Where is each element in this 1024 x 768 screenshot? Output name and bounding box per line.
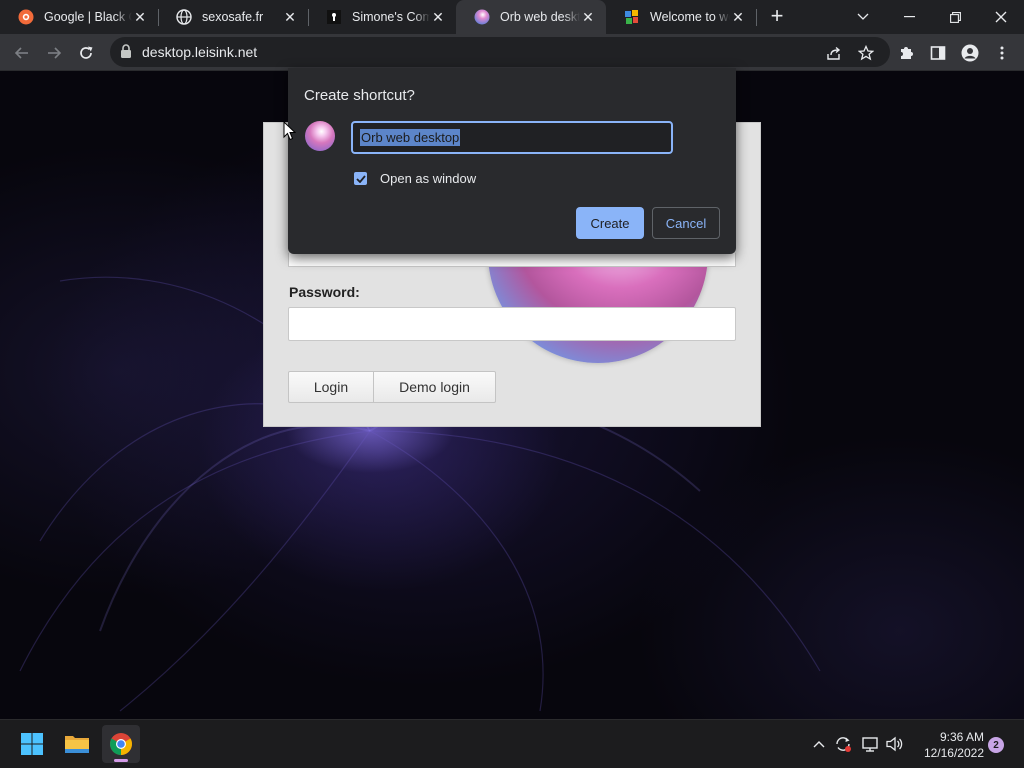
network-button[interactable] — [860, 734, 880, 754]
back-arrow-icon — [14, 47, 28, 59]
forward-button[interactable] — [40, 39, 68, 67]
brave-like-icon — [18, 9, 34, 25]
puzzle-icon — [901, 47, 913, 59]
orb-icon — [474, 9, 490, 25]
colorful-logo-icon — [624, 9, 640, 25]
keyhole-icon — [326, 9, 342, 25]
notification-badge[interactable]: 2 — [988, 737, 1004, 753]
tab-title: Welcome to wel — [650, 10, 730, 24]
tab-search-button[interactable] — [840, 0, 886, 34]
tab-title: Google | Black Cl — [44, 10, 132, 24]
tab-title: Orb web deskto — [500, 10, 580, 24]
active-indicator — [114, 759, 128, 762]
profile-button[interactable] — [956, 39, 984, 67]
chrome-taskbar-button[interactable] — [102, 725, 140, 763]
orb-icon — [305, 121, 335, 151]
chevron-up-icon — [813, 741, 825, 748]
network-icon — [862, 737, 878, 752]
profile-icon — [961, 44, 979, 62]
reload-icon — [80, 46, 93, 59]
close-icon[interactable]: ✕ — [730, 9, 746, 25]
browser-toolbar: desktop.leisink.net — [0, 34, 1024, 71]
address-bar[interactable]: desktop.leisink.net — [110, 37, 890, 67]
tab-google[interactable]: Google | Black Cl ✕ — [0, 0, 158, 34]
clock-date: 12/16/2022 — [923, 746, 984, 760]
username-input[interactable] — [288, 253, 736, 267]
dialog-title: Create shortcut? — [304, 87, 415, 104]
password-label: Password: — [289, 284, 360, 300]
tab-title: sexosafe.fr — [202, 10, 264, 24]
sync-icon — [836, 737, 851, 752]
share-button[interactable] — [820, 39, 848, 67]
show-hidden-icons-button[interactable] — [809, 734, 829, 754]
password-input[interactable] — [288, 307, 736, 341]
start-button[interactable] — [13, 725, 51, 763]
shortcut-name-input[interactable]: Orb web desktop — [351, 121, 673, 154]
clock[interactable]: 9:36 AM 12/16/2022 — [912, 729, 984, 761]
close-icon[interactable]: ✕ — [132, 9, 148, 25]
chevron-down-icon — [857, 13, 869, 20]
minimize-button[interactable] — [886, 0, 932, 34]
mouse-cursor-icon — [283, 121, 296, 141]
restore-icon — [949, 11, 961, 23]
create-shortcut-dialog: Create shortcut? Orb web desktop Open as… — [288, 68, 736, 254]
forward-arrow-icon — [48, 47, 62, 59]
tab-title: Simone's Comp — [352, 10, 430, 24]
folder-icon — [65, 736, 89, 753]
tab-welcome[interactable]: Welcome to wel ✕ — [606, 0, 756, 34]
close-window-button[interactable] — [978, 0, 1024, 34]
file-explorer-button[interactable] — [58, 725, 96, 763]
tab-simone[interactable]: Simone's Comp ✕ — [308, 0, 456, 34]
checkmark-icon — [355, 174, 366, 183]
close-icon[interactable]: ✕ — [282, 9, 298, 25]
demo-login-button[interactable]: Demo login — [374, 371, 496, 403]
taskbar: 9:36 AM 12/16/2022 2 — [0, 719, 1024, 768]
side-panel-icon — [930, 46, 946, 60]
close-icon[interactable]: ✕ — [430, 9, 446, 25]
new-tab-button[interactable]: + — [765, 5, 789, 29]
chrome-icon — [110, 733, 132, 755]
clock-time: 9:36 AM — [939, 730, 984, 744]
volume-button[interactable] — [885, 734, 905, 754]
open-as-window-label[interactable]: Open as window — [380, 171, 476, 186]
login-buttons: Login Demo login — [288, 371, 496, 403]
tab-sexosafe[interactable]: sexosafe.fr ✕ — [158, 0, 308, 34]
close-icon — [995, 11, 1007, 23]
restore-button[interactable] — [932, 0, 978, 34]
side-panel-button[interactable] — [924, 39, 952, 67]
menu-button[interactable] — [988, 39, 1016, 67]
close-icon[interactable]: ✕ — [580, 9, 596, 25]
reload-button[interactable] — [72, 39, 100, 67]
extensions-button[interactable] — [892, 39, 920, 67]
windows-logo-icon — [21, 733, 43, 755]
tab-strip: Google | Black Cl ✕ sexosafe.fr ✕ Simone… — [0, 0, 1024, 34]
kebab-menu-icon — [1000, 46, 1004, 60]
login-button[interactable]: Login — [288, 371, 374, 403]
star-icon — [858, 45, 874, 61]
sync-status-button[interactable] — [833, 734, 853, 754]
shortcut-name-value: Orb web desktop — [360, 129, 461, 146]
globe-icon — [176, 9, 192, 25]
speaker-icon — [886, 736, 903, 752]
minimize-icon — [903, 16, 915, 18]
create-button[interactable]: Create — [576, 207, 644, 239]
open-as-window-checkbox[interactable] — [354, 172, 367, 185]
back-button[interactable] — [8, 39, 36, 67]
cancel-button[interactable]: Cancel — [652, 207, 720, 239]
url-text: desktop.leisink.net — [142, 44, 258, 60]
tab-orb-active[interactable]: Orb web deskto ✕ — [456, 0, 606, 34]
share-icon — [827, 46, 841, 60]
lock-icon[interactable] — [120, 44, 132, 64]
bookmark-button[interactable] — [852, 39, 880, 67]
